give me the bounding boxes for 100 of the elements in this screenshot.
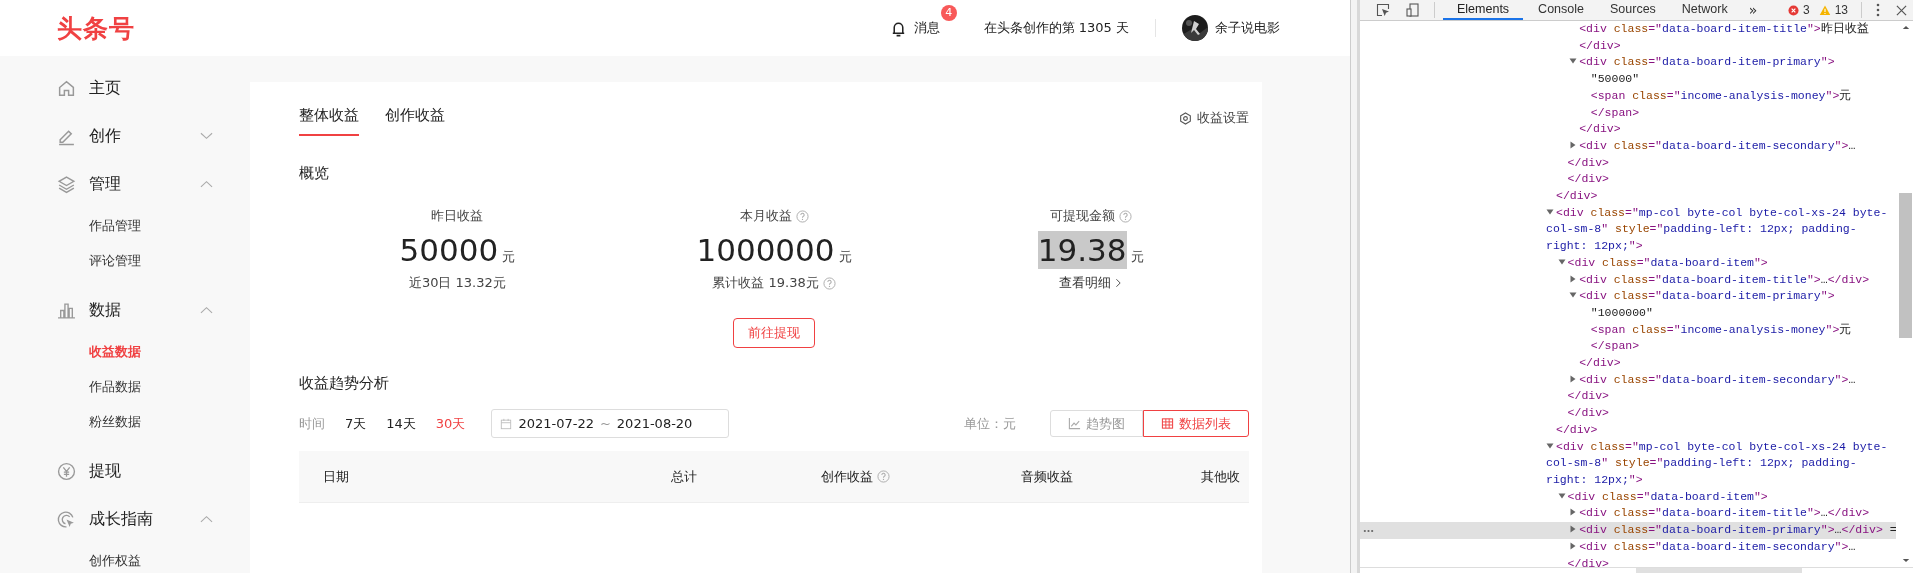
messages-link[interactable]: 消息: [913, 19, 940, 37]
sidebar-item[interactable]: 成长指南: [0, 495, 250, 543]
bar-chart-icon: [57, 300, 76, 320]
dom-node-line[interactable]: </div>: [1360, 555, 1896, 567]
expand-triangle-icon[interactable]: [1557, 257, 1566, 266]
dom-node-line[interactable]: <div class="data-board-item-secondary">…: [1360, 538, 1896, 556]
inspect-icon[interactable]: [1376, 3, 1390, 17]
dom-node-line[interactable]: </div>: [1360, 405, 1896, 422]
expand-triangle-icon[interactable]: [1569, 374, 1578, 383]
layers-icon: [57, 174, 76, 194]
expand-triangle-icon[interactable]: [1569, 525, 1578, 534]
dom-node-line[interactable]: "50000": [1360, 71, 1896, 88]
dom-node-line[interactable]: <div class="data-board-item-primary">: [1360, 54, 1896, 72]
expand-triangle-icon[interactable]: [1569, 140, 1578, 149]
dom-node-line[interactable]: <div class="mp-col byte-col byte-col-xs-24 byte-col-sm-8" style="padding-left: 12px; padding-right: 12px;">: [1360, 438, 1896, 489]
sidebar-subitem[interactable]: 粉丝数据: [0, 404, 250, 439]
sidebar-subitem[interactable]: 创作权益: [0, 543, 250, 573]
logo[interactable]: 头条号: [57, 11, 135, 45]
scroll-down-icon[interactable]: [1901, 558, 1910, 563]
expand-triangle-icon[interactable]: [1569, 541, 1578, 550]
expand-triangle-icon[interactable]: [1546, 207, 1554, 216]
withdraw-button[interactable]: 前往提现: [733, 318, 815, 348]
stat-value: 50000: [399, 231, 499, 269]
section-title: 收益趋势分析: [299, 374, 390, 393]
dom-node-line[interactable]: <div class="data-board-item-title">…</div>: [1360, 271, 1896, 289]
unit-text: 单位：元: [964, 414, 1016, 433]
range-option[interactable]: 14天: [386, 414, 416, 433]
expand-triangle-icon[interactable]: [1557, 491, 1566, 500]
dom-node-line[interactable]: <div class="data-board-item-title">昨日收益: [1360, 21, 1896, 38]
devtools-tab[interactable]: Sources: [1599, 0, 1667, 20]
stat-note: 近30日 13.32元: [408, 274, 506, 292]
ellipsis-icon[interactable]: [1363, 529, 1374, 534]
tab[interactable]: 创作收益: [385, 106, 445, 136]
date-range-field[interactable]: 2021-07-22 ~ 2021-08-20: [491, 409, 730, 438]
dom-node-line[interactable]: </span>: [1360, 104, 1896, 122]
sidebar-item[interactable]: 主页: [0, 64, 250, 112]
tab[interactable]: 整体收益: [299, 106, 359, 136]
scrollbar-thumb[interactable]: [1899, 193, 1912, 338]
warning-count[interactable]: 13: [1834, 3, 1848, 17]
sidebar-item[interactable]: 数据: [0, 286, 250, 334]
sidebar-subitem[interactable]: 收益数据: [0, 334, 250, 369]
dom-node-line[interactable]: <span class="income-analysis-money">元: [1360, 321, 1896, 339]
sidebar-subitem[interactable]: 评论管理: [0, 243, 250, 278]
dom-node-line[interactable]: </div>: [1360, 421, 1896, 439]
settings-icon[interactable]: [1179, 111, 1192, 125]
sidebar-item[interactable]: 管理: [0, 160, 250, 208]
dom-node-line[interactable]: <div class="data-board-item-secondary">…: [1360, 137, 1896, 155]
devtools-tab[interactable]: Network: [1670, 0, 1739, 20]
dom-node-line[interactable]: <div class="data-board-item">: [1360, 488, 1896, 506]
yen-coin-icon: [57, 461, 76, 481]
device-toggle-icon[interactable]: [1406, 3, 1420, 17]
expand-triangle-icon[interactable]: [1569, 291, 1578, 300]
more-tabs-button[interactable]: »: [1748, 2, 1758, 18]
devtools-tab[interactable]: Elements: [1443, 0, 1524, 20]
dom-node-line[interactable]: </div>: [1360, 37, 1896, 55]
details-link[interactable]: 查看明细: [1059, 274, 1112, 292]
scrollbar-thumb[interactable]: [1636, 568, 1802, 573]
dom-node-line[interactable]: </div>: [1360, 355, 1896, 372]
kebab-menu-icon[interactable]: [1876, 3, 1880, 17]
dom-node-line[interactable]: </div>: [1360, 121, 1896, 138]
calendar-icon: [500, 417, 513, 430]
dom-node-line[interactable]: <div class="data-board-item-primary">: [1360, 288, 1896, 305]
settings-link[interactable]: 收益设置: [1197, 109, 1249, 127]
dom-node-line[interactable]: <div class="data-board-item-title">…</div>: [1360, 505, 1896, 523]
dom-node-line[interactable]: <div class="data-board-item-secondary">…: [1360, 371, 1896, 389]
table-icon: [1161, 417, 1174, 430]
range-option[interactable]: 30天: [435, 414, 466, 433]
expand-triangle-icon[interactable]: [1569, 508, 1578, 517]
dom-node-line[interactable]: <div class="data-board-item">: [1360, 254, 1896, 272]
expand-triangle-icon[interactable]: [1546, 441, 1554, 450]
dom-node-line[interactable]: "1000000": [1360, 304, 1896, 322]
dom-node-line[interactable]: <span class="income-analysis-money">元: [1360, 87, 1896, 105]
dom-node-line[interactable]: </span>: [1360, 338, 1896, 356]
sidebar-item[interactable]: 创作: [0, 112, 250, 160]
error-count[interactable]: 3: [1802, 3, 1810, 17]
selected-dom-node[interactable]: <div class="data-board-item-primary">…</div> =: [1360, 522, 1896, 539]
sidebar-subitem[interactable]: 作品管理: [0, 208, 250, 243]
column-header: 创作收益: [821, 467, 873, 486]
scroll-up-icon[interactable]: [1901, 25, 1910, 30]
dom-node-line[interactable]: <div class="mp-col byte-col byte-col-xs-24 byte-col-sm-8" style="padding-left: 12px; padding-right: 12px;">: [1360, 204, 1896, 255]
column-header: 音频收益: [1021, 467, 1073, 486]
column-header: 日期: [323, 467, 349, 486]
error-icon[interactable]: [1787, 4, 1799, 16]
devtools-tab[interactable]: Console: [1527, 0, 1595, 20]
dom-node-line[interactable]: </div>: [1360, 188, 1896, 205]
dom-node-line[interactable]: </div>: [1360, 154, 1896, 172]
dom-node-line[interactable]: </div>: [1360, 388, 1896, 406]
user-name[interactable]: 余子说电影: [1215, 19, 1280, 37]
sidebar-subitem[interactable]: 作品数据: [0, 369, 250, 404]
section-title: 概览: [299, 164, 330, 183]
expand-triangle-icon[interactable]: [1569, 57, 1578, 66]
expand-triangle-icon[interactable]: [1569, 274, 1578, 283]
sidebar-item[interactable]: 提现: [0, 447, 250, 495]
close-icon[interactable]: [1896, 4, 1907, 16]
dom-node-line[interactable]: </div>: [1360, 171, 1896, 189]
column-header: 总计: [671, 467, 697, 486]
creation-days-text: 在头条创作的第 1305 天: [983, 19, 1129, 37]
panel-resize-handle[interactable]: [1350, 0, 1360, 573]
range-option[interactable]: 7天: [345, 414, 367, 433]
data-list-button[interactable]: 数据列表: [1143, 410, 1249, 437]
